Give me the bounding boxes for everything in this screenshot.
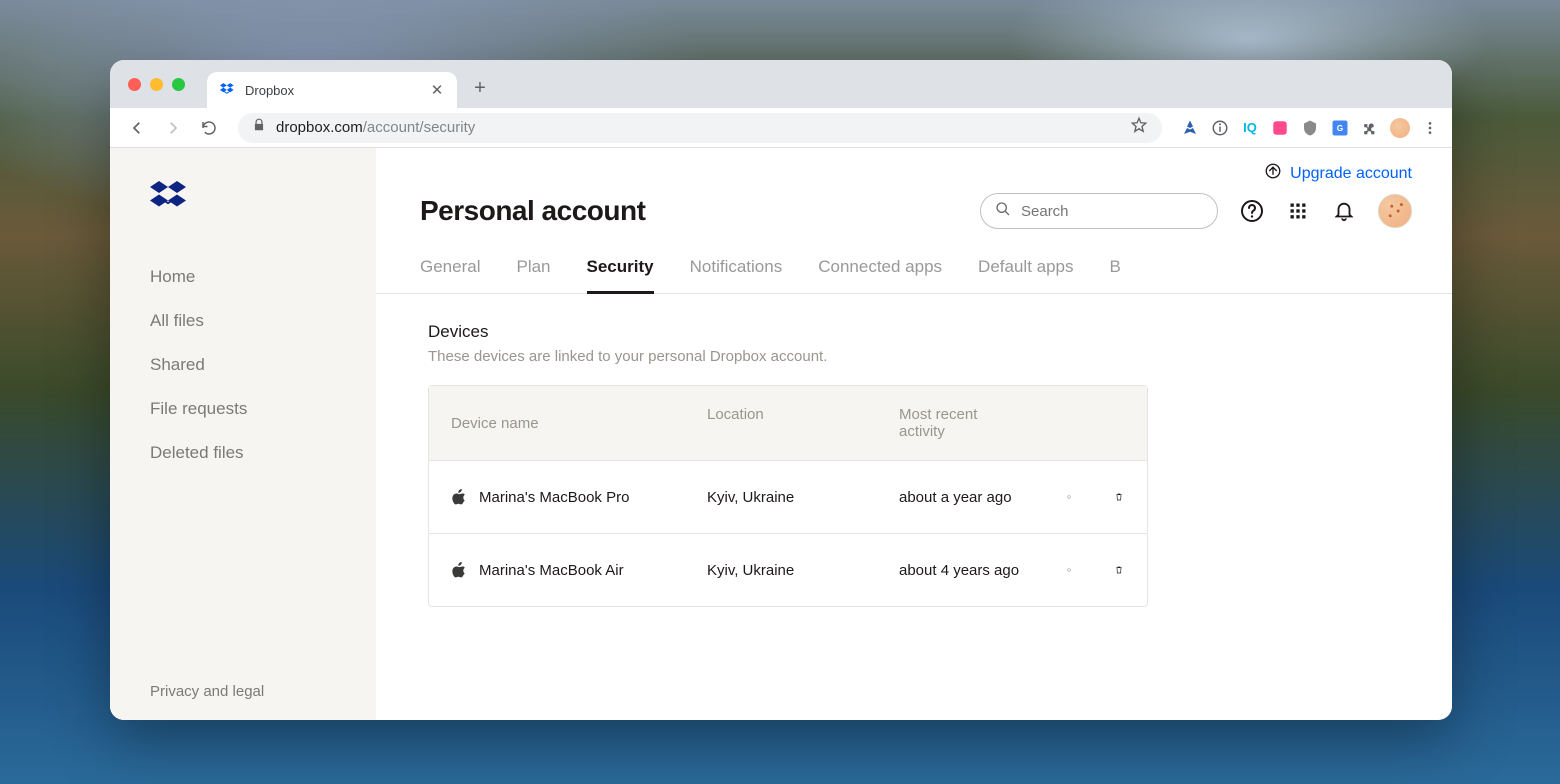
main-panel: Upgrade account Personal account xyxy=(376,148,1452,720)
device-row: Marina's MacBook Air Kyiv, Ukraine about… xyxy=(429,534,1147,606)
extension-icon-3[interactable]: IQ xyxy=(1240,118,1260,138)
browser-tab-strip: Dropbox ✕ + xyxy=(110,60,1452,108)
profile-avatar-small[interactable] xyxy=(1390,118,1410,138)
browser-tab-title: Dropbox xyxy=(245,83,421,98)
devices-description: These devices are linked to your persona… xyxy=(428,348,1408,365)
devices-title: Devices xyxy=(428,322,1408,342)
window-maximize-button[interactable] xyxy=(172,78,185,91)
upgrade-account-label: Upgrade account xyxy=(1290,165,1412,183)
browser-menu-button[interactable] xyxy=(1420,118,1440,138)
back-button[interactable] xyxy=(122,113,152,143)
window-minimize-button[interactable] xyxy=(150,78,163,91)
bookmark-star-icon[interactable] xyxy=(1130,116,1148,139)
tab-general[interactable]: General xyxy=(420,257,480,293)
dropbox-favicon xyxy=(219,81,237,99)
search-icon xyxy=(995,201,1011,222)
apps-grid-button[interactable] xyxy=(1286,199,1310,223)
upgrade-icon xyxy=(1264,162,1282,185)
tab-connected-apps[interactable]: Connected apps xyxy=(818,257,942,293)
device-name: Marina's MacBook Pro xyxy=(479,489,629,506)
extension-icons: IQ G xyxy=(1180,118,1440,138)
sidebar-nav: Home All files Shared File requests Dele… xyxy=(110,255,376,475)
tab-close-button[interactable]: ✕ xyxy=(429,82,445,98)
sidebar-item-home[interactable]: Home xyxy=(110,255,376,299)
column-device-name: Device name xyxy=(429,386,685,460)
forward-button[interactable] xyxy=(158,113,188,143)
help-button[interactable] xyxy=(1240,199,1264,223)
devices-table: Device name Location Most recent activit… xyxy=(428,385,1148,607)
extensions-menu-icon[interactable] xyxy=(1360,118,1380,138)
devices-table-header: Device name Location Most recent activit… xyxy=(429,386,1147,461)
tab-default-apps[interactable]: Default apps xyxy=(978,257,1073,293)
device-activity: about 4 years ago xyxy=(877,536,1045,605)
sidebar-item-all-files[interactable]: All files xyxy=(110,299,376,343)
settings-tabs: General Plan Security Notifications Conn… xyxy=(376,229,1452,294)
extension-icon-5[interactable] xyxy=(1300,118,1320,138)
tab-notifications[interactable]: Notifications xyxy=(690,257,783,293)
window-controls xyxy=(128,78,185,91)
upgrade-account-link[interactable]: Upgrade account xyxy=(1264,162,1412,185)
reload-button[interactable] xyxy=(194,113,224,143)
sidebar-item-shared[interactable]: Shared xyxy=(110,343,376,387)
column-actions xyxy=(1045,386,1097,460)
lock-icon xyxy=(252,118,266,137)
browser-window: Dropbox ✕ + dropbox.com/account/security xyxy=(110,60,1452,720)
sidebar-item-deleted-files[interactable]: Deleted files xyxy=(110,431,376,475)
notifications-button[interactable] xyxy=(1332,199,1356,223)
device-info-button[interactable] xyxy=(1045,534,1093,606)
sidebar-footer-link[interactable]: Privacy and legal xyxy=(110,683,376,700)
extension-icon-2[interactable] xyxy=(1210,118,1230,138)
device-name: Marina's MacBook Air xyxy=(479,562,624,579)
tab-plan[interactable]: Plan xyxy=(516,257,550,293)
extension-icon-4[interactable] xyxy=(1270,118,1290,138)
extension-icon-6[interactable]: G xyxy=(1330,118,1350,138)
sidebar: Home All files Shared File requests Dele… xyxy=(110,148,376,720)
new-tab-button[interactable]: + xyxy=(465,73,495,103)
window-close-button[interactable] xyxy=(128,78,141,91)
search-box[interactable] xyxy=(980,193,1218,229)
devices-section: Devices These devices are linked to your… xyxy=(376,294,1452,607)
apple-icon xyxy=(451,489,467,505)
extension-icon-1[interactable] xyxy=(1180,118,1200,138)
device-location: Kyiv, Ukraine xyxy=(685,463,877,532)
page-title: Personal account xyxy=(420,195,645,227)
apple-icon xyxy=(451,562,467,578)
device-location: Kyiv, Ukraine xyxy=(685,536,877,605)
device-row: Marina's MacBook Pro Kyiv, Ukraine about… xyxy=(429,461,1147,534)
device-info-button[interactable] xyxy=(1045,461,1093,533)
page-content: Home All files Shared File requests Dele… xyxy=(110,148,1452,720)
browser-tab[interactable]: Dropbox ✕ xyxy=(207,72,457,108)
dropbox-logo[interactable] xyxy=(150,180,376,217)
device-activity: about a year ago xyxy=(877,463,1045,532)
upgrade-row: Upgrade account xyxy=(376,148,1452,185)
tab-security[interactable]: Security xyxy=(587,257,654,294)
column-activity: Most recent activity xyxy=(877,386,1045,460)
sidebar-item-file-requests[interactable]: File requests xyxy=(110,387,376,431)
tab-overflow[interactable]: B xyxy=(1110,257,1121,293)
device-delete-button[interactable] xyxy=(1093,534,1145,606)
header-row: Personal account xyxy=(376,185,1452,229)
column-location: Location xyxy=(685,386,877,460)
address-bar[interactable]: dropbox.com/account/security xyxy=(238,113,1162,143)
search-input[interactable] xyxy=(1021,203,1203,220)
account-avatar[interactable] xyxy=(1378,194,1412,228)
device-delete-button[interactable] xyxy=(1093,461,1145,533)
url-text: dropbox.com/account/security xyxy=(276,119,475,136)
browser-toolbar: dropbox.com/account/security IQ G xyxy=(110,108,1452,148)
svg-text:G: G xyxy=(1337,124,1343,133)
